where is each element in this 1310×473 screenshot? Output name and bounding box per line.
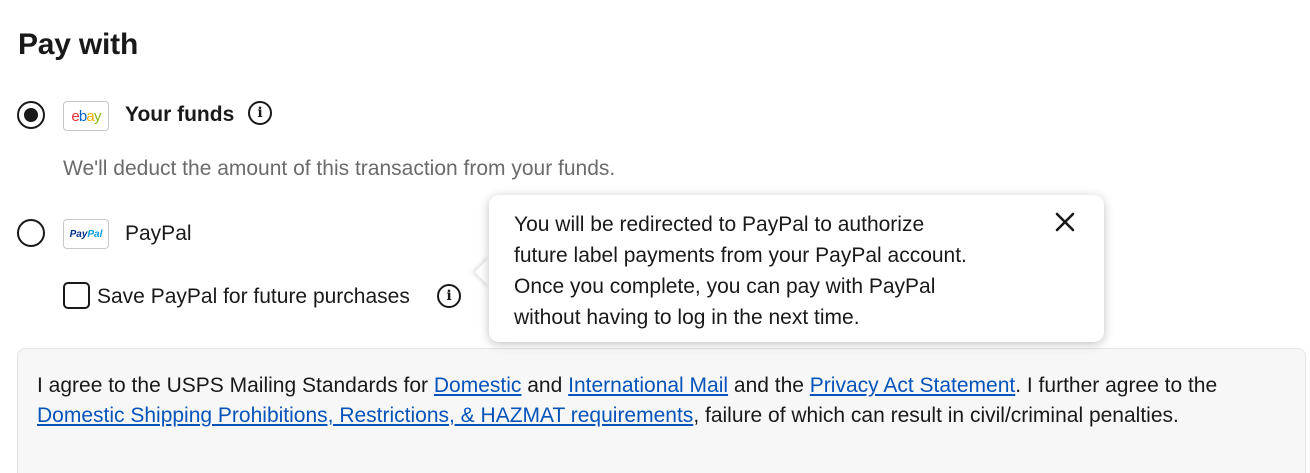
page-title: Pay with <box>18 28 139 61</box>
legal-text: . I further agree to the <box>1015 374 1218 397</box>
close-icon[interactable] <box>1052 209 1078 235</box>
radio-paypal[interactable] <box>17 219 45 247</box>
paypal-logo-text: PayPal <box>69 228 103 240</box>
tooltip-line: Once you complete, you can pay with PayP… <box>514 275 936 298</box>
shipping-prohibitions-link[interactable]: Domestic Shipping Prohibitions, Restrict… <box>37 404 693 427</box>
legal-text: and <box>521 374 569 397</box>
paypal-label[interactable]: PayPal <box>125 222 192 246</box>
paypal-logo: PayPal <box>63 219 109 249</box>
legal-text: and the <box>728 374 810 397</box>
info-icon[interactable]: i <box>437 284 461 308</box>
funds-helper-text: We'll deduct the amount of this transact… <box>63 157 616 180</box>
legal-text: , failure of which can result in civil/c… <box>693 404 1179 427</box>
save-paypal-label[interactable]: Save PayPal for future purchases <box>97 285 410 309</box>
tooltip-line: without having to log in the next time. <box>514 306 860 329</box>
paypal-tooltip: You will be redirected to PayPal to auth… <box>489 195 1104 342</box>
legal-agreement-panel: I agree to the USPS Mailing Standards fo… <box>17 348 1306 473</box>
info-icon[interactable]: i <box>248 101 272 125</box>
save-paypal-checkbox[interactable] <box>63 282 90 309</box>
legal-text: I agree to the USPS Mailing Standards fo… <box>37 374 434 397</box>
domestic-link[interactable]: Domestic <box>434 374 522 397</box>
your-funds-label[interactable]: Your funds <box>125 103 234 127</box>
tooltip-line: future label payments from your PayPal a… <box>514 244 967 267</box>
international-mail-link[interactable]: International Mail <box>568 374 728 397</box>
ebay-logo-text: ebay <box>71 107 101 125</box>
tooltip-line: You will be redirected to PayPal to auth… <box>514 213 925 236</box>
ebay-logo: ebay <box>63 101 109 131</box>
tooltip-text: You will be redirected to PayPal to auth… <box>514 209 1034 333</box>
radio-your-funds[interactable] <box>17 101 45 129</box>
privacy-act-link[interactable]: Privacy Act Statement <box>810 374 1015 397</box>
